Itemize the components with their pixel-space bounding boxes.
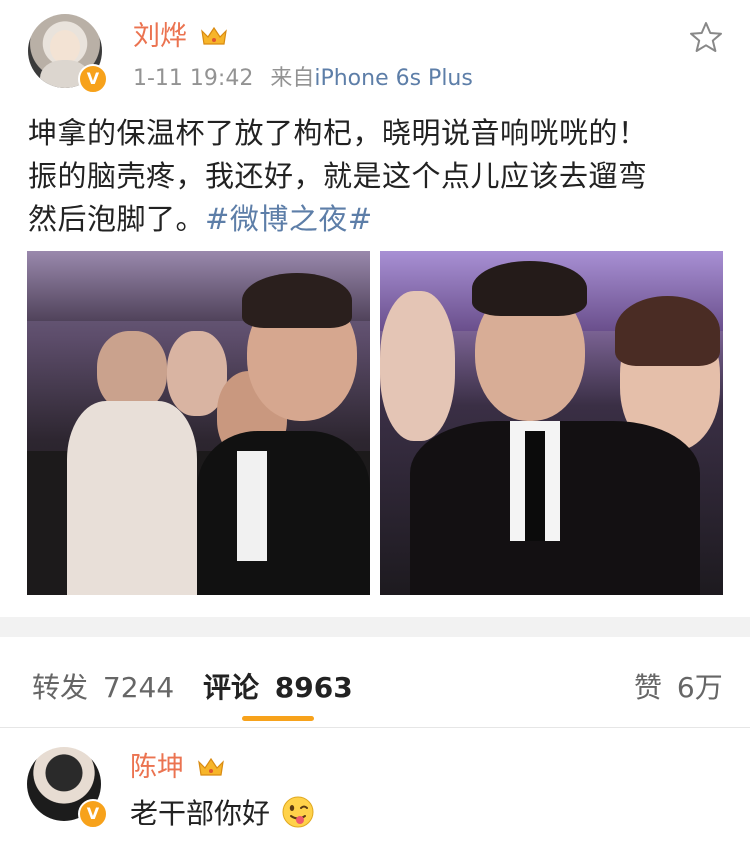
post-body: 坤拿的保温杯了放了枸杞，晓明说音响咣咣的！ 振的脑壳疼，我还好，就是这个点儿应该…: [28, 112, 728, 241]
favorite-star-icon[interactable]: [688, 20, 724, 56]
post-meta: 1-11 19:42 来自iPhone 6s Plus: [133, 60, 473, 92]
active-tab-indicator: [242, 716, 314, 721]
crown-icon: [200, 26, 227, 45]
tab-like-count: 6万: [676, 671, 723, 704]
tab-comment-count: 8963: [274, 671, 353, 704]
tab-comment-label: 评论: [203, 671, 260, 704]
commenter-username-text[interactable]: 陈坤: [130, 752, 184, 783]
post-timestamp: 1-11 19:42: [133, 66, 254, 91]
post-text-line-2: 振的脑壳疼，我还好，就是这个点儿应该去遛弯: [28, 159, 648, 193]
comment-text: 老干部你好: [130, 797, 271, 830]
post-photo-1[interactable]: [27, 251, 370, 595]
poster-username[interactable]: 刘烨: [133, 14, 228, 53]
hashtag-link[interactable]: #微博之夜#: [205, 202, 373, 236]
section-divider: [0, 617, 750, 637]
post-photo-2[interactable]: [380, 251, 723, 595]
tab-comment[interactable]: 评论 8963: [203, 666, 353, 706]
poster-username-text[interactable]: 刘烨: [133, 21, 187, 52]
source-prefix: 来自: [270, 66, 315, 91]
verified-badge-icon: V: [78, 64, 108, 94]
commenter-crown-icon: [197, 757, 224, 776]
tab-repost-label: 转发: [32, 671, 89, 704]
commenter-verified-badge-icon: V: [78, 799, 108, 829]
tabs-separator: [0, 727, 750, 728]
tab-like[interactable]: 赞 6万: [634, 666, 723, 706]
post-source[interactable]: iPhone 6s Plus: [314, 66, 473, 91]
comment-body: 老干部你好: [130, 792, 315, 832]
tab-like-label: 赞: [634, 671, 663, 704]
tab-repost-count: 7244: [102, 671, 175, 704]
post-text-line-3: 然后泡脚了。: [28, 202, 206, 236]
tab-repost[interactable]: 转发 7244: [32, 666, 174, 706]
commenter-username[interactable]: 陈坤: [130, 745, 225, 784]
tongue-emoji-icon: [282, 796, 314, 828]
post-text-line-1: 坤拿的保温杯了放了枸杞，晓明说音响咣咣的！: [28, 116, 648, 150]
